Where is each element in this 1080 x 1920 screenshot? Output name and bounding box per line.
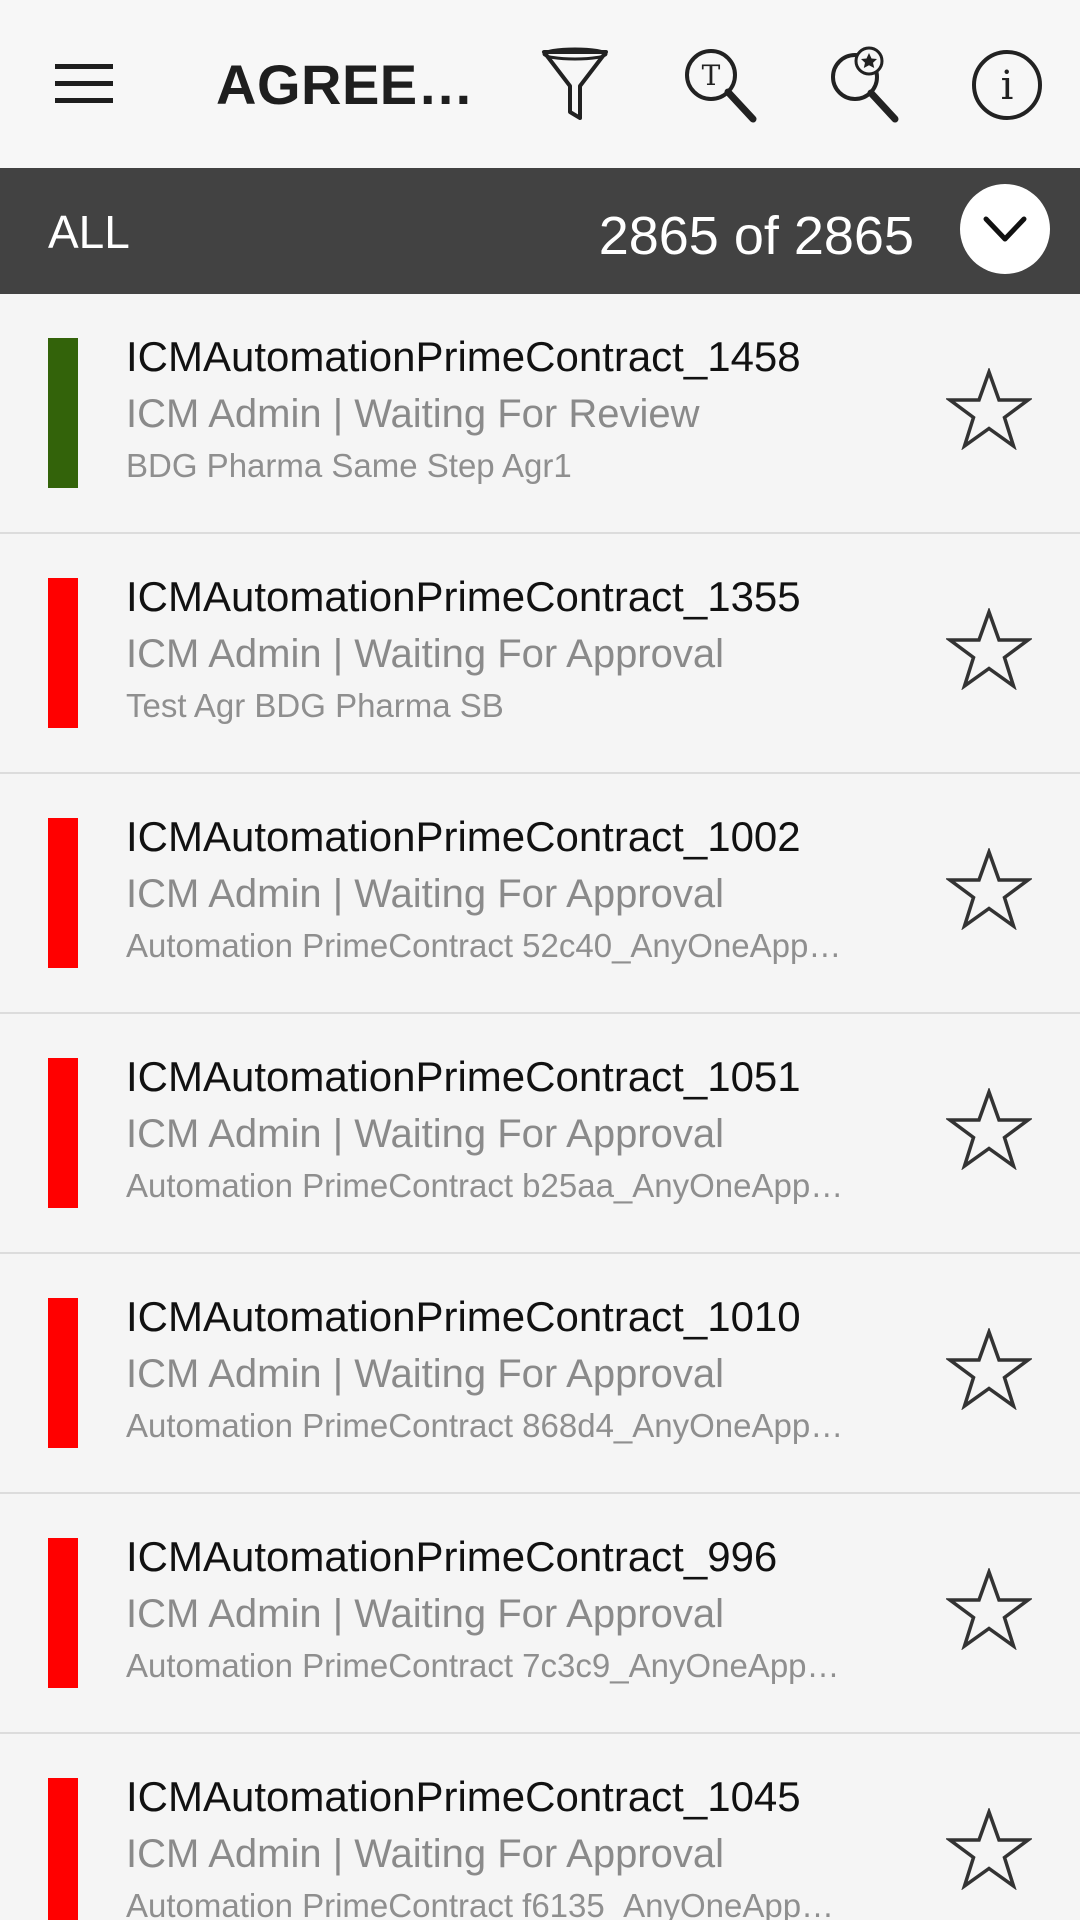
agreement-status: ICM Admin | Waiting For Review (126, 392, 700, 436)
list-item[interactable]: ICMAutomationPrimeContract_1010 ICM Admi… (0, 1254, 1080, 1494)
status-indicator (48, 818, 78, 968)
agreement-title: ICMAutomationPrimeContract_1010 (126, 1293, 801, 1340)
star-icon[interactable] (940, 840, 1038, 938)
agreement-status: ICM Admin | Waiting For Approval (126, 632, 725, 676)
funnel-filter-icon[interactable] (530, 40, 620, 130)
status-indicator (48, 338, 78, 488)
agreement-status: ICM Admin | Waiting For Approval (126, 1832, 725, 1876)
star-icon[interactable] (940, 1320, 1038, 1418)
star-icon[interactable] (940, 1560, 1038, 1658)
agreement-status: ICM Admin | Waiting For Approval (126, 1112, 725, 1156)
status-indicator (48, 1298, 78, 1448)
star-icon[interactable] (940, 1800, 1038, 1898)
agreement-title: ICMAutomationPrimeContract_1051 (126, 1053, 801, 1100)
chevron-down-icon[interactable] (960, 184, 1050, 274)
agreement-title: ICMAutomationPrimeContract_1002 (126, 813, 801, 860)
view-selector-label[interactable]: ALL (48, 204, 130, 260)
agreement-description: Automation PrimeContract 7c3c9_AnyOneApp… (126, 1647, 840, 1684)
agreement-list: ICMAutomationPrimeContract_1458 ICM Admi… (0, 294, 1080, 1920)
info-icon[interactable]: i (962, 40, 1052, 130)
star-icon[interactable] (940, 600, 1038, 698)
list-item[interactable]: ICMAutomationPrimeContract_1051 ICM Admi… (0, 1014, 1080, 1254)
list-item[interactable]: ICMAutomationPrimeContract_1458 ICM Admi… (0, 294, 1080, 534)
status-indicator (48, 1058, 78, 1208)
agreement-status: ICM Admin | Waiting For Approval (126, 872, 725, 916)
agreement-description: Automation PrimeContract b25aa_AnyOneApp… (126, 1167, 844, 1204)
star-icon[interactable] (940, 1080, 1038, 1178)
star-icon[interactable] (940, 360, 1038, 458)
filter-bar: ALL 2865 of 2865 (0, 168, 1080, 294)
agreement-description: BDG Pharma Same Step Agr1 (126, 447, 572, 484)
agreement-title: ICMAutomationPrimeContract_1355 (126, 573, 801, 620)
status-indicator (48, 578, 78, 728)
list-item[interactable]: ICMAutomationPrimeContract_1045 ICM Admi… (0, 1734, 1080, 1920)
agreement-status: ICM Admin | Waiting For Approval (126, 1352, 725, 1396)
agreement-title: ICMAutomationPrimeContract_1045 (126, 1773, 801, 1820)
agreement-description: Automation PrimeContract 868d4_AnyOneApp… (126, 1407, 844, 1444)
agreement-title: ICMAutomationPrimeContract_996 (126, 1533, 778, 1580)
svg-text:i: i (1001, 63, 1014, 109)
list-item[interactable]: ICMAutomationPrimeContract_1355 ICM Admi… (0, 534, 1080, 774)
agreement-status: ICM Admin | Waiting For Approval (126, 1592, 725, 1636)
list-item[interactable]: ICMAutomationPrimeContract_996 ICM Admin… (0, 1494, 1080, 1734)
agreement-description: Test Agr BDG Pharma SB (126, 687, 504, 724)
agreement-description: Automation PrimeContract 52c40_AnyOneApp… (126, 927, 842, 964)
page-title: AGREE… (216, 53, 475, 116)
record-count: 2865 of 2865 (598, 206, 914, 266)
agreements-screen: AGREE… T i ALL 2865 of 2865 ICMAutomatio… (0, 0, 1080, 1920)
list-item[interactable]: ICMAutomationPrimeContract_1002 ICM Admi… (0, 774, 1080, 1014)
svg-text:T: T (702, 59, 721, 92)
text-search-icon[interactable]: T (674, 40, 764, 130)
top-toolbar: AGREE… T i (0, 0, 1080, 168)
agreement-title: ICMAutomationPrimeContract_1458 (126, 333, 801, 380)
status-indicator (48, 1538, 78, 1688)
agreement-description: Automation PrimeContract f6135_AnyOneApp… (126, 1887, 835, 1920)
favorite-search-icon[interactable] (818, 40, 908, 130)
status-indicator (48, 1778, 78, 1920)
hamburger-menu-icon[interactable] (40, 44, 130, 124)
